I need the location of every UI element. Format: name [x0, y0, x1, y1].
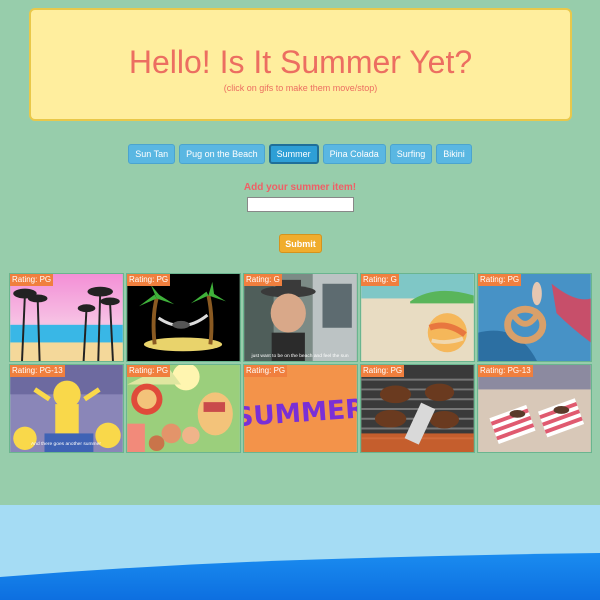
gif-tile[interactable]: Rating: PG SUMMER	[243, 364, 358, 453]
wave-graphic	[0, 505, 600, 600]
rating-badge: Rating: PG	[127, 365, 171, 377]
gif-tile[interactable]: Rating: PG	[9, 273, 124, 362]
submit-button[interactable]: Submit	[279, 234, 322, 253]
gif-grid: Rating: PG Rating: PG Rating: G just wan…	[9, 273, 592, 453]
rating-badge: Rating: PG	[244, 365, 288, 377]
gif-tile[interactable]: Rating: PG	[360, 364, 475, 453]
man-in-hat-gif: just want to be on the beach and feel th…	[244, 274, 357, 361]
gif-tile[interactable]: Rating: PG-13	[477, 364, 592, 453]
gif-caption: just want to be on the beach and feel th…	[250, 353, 348, 359]
add-item-input[interactable]	[247, 197, 354, 212]
page-subtitle: (click on gifs to make them move/stop)	[223, 83, 378, 93]
grill-burgers-gif	[361, 365, 474, 452]
rating-badge: Rating: PG-13	[478, 365, 533, 377]
page-title: Hello! Is It Summer Yet?	[128, 44, 473, 80]
topic-buttons: Sun Tan Pug on the Beach Summer Pina Col…	[0, 144, 600, 164]
cartoon-party-gif	[127, 365, 240, 452]
gif-tile[interactable]: Rating: G	[360, 273, 475, 362]
summer-text-gif: SUMMER	[244, 365, 357, 452]
hammock-palm-gif	[127, 274, 240, 361]
rating-badge: Rating: PG	[361, 365, 405, 377]
gif-tile[interactable]: Rating: PG	[477, 273, 592, 362]
topic-button-pug-on-the-beach[interactable]: Pug on the Beach	[179, 144, 265, 164]
rating-badge: Rating: PG	[10, 274, 54, 286]
rating-badge: Rating: G	[244, 274, 282, 286]
gif-tile[interactable]: Rating: G just want to be on the beach a…	[243, 273, 358, 362]
topic-button-surfing[interactable]: Surfing	[389, 144, 433, 164]
gif-tile[interactable]: Rating: PG	[126, 364, 241, 453]
rating-badge: Rating: G	[361, 274, 399, 286]
gif-caption: And there goes another summer	[31, 441, 101, 447]
gif-tile[interactable]: Rating: PG-13 And there goes another sum…	[9, 364, 124, 453]
rating-badge: Rating: PG	[127, 274, 171, 286]
gif-tile[interactable]: Rating: PG	[126, 273, 241, 362]
palm-beach-gif	[10, 274, 123, 361]
simpsons-gif: And there goes another summer	[10, 365, 123, 452]
topic-button-pina-colada[interactable]: Pina Colada	[322, 144, 386, 164]
beach-ball-gif	[361, 274, 474, 361]
rating-badge: Rating: PG	[478, 274, 522, 286]
topic-button-bikini[interactable]: Bikini	[436, 144, 472, 164]
ocean-waves	[0, 505, 600, 600]
rating-badge: Rating: PG-13	[10, 365, 65, 377]
pretzel-float-gif	[478, 274, 591, 361]
topic-button-sun-tan[interactable]: Sun Tan	[128, 144, 176, 164]
beach-towels-gif	[478, 365, 591, 452]
add-item-label: Add your summer item!	[243, 182, 357, 193]
topic-button-summer[interactable]: Summer	[268, 144, 319, 164]
header-banner: Hello! Is It Summer Yet? (click on gifs …	[29, 8, 572, 121]
